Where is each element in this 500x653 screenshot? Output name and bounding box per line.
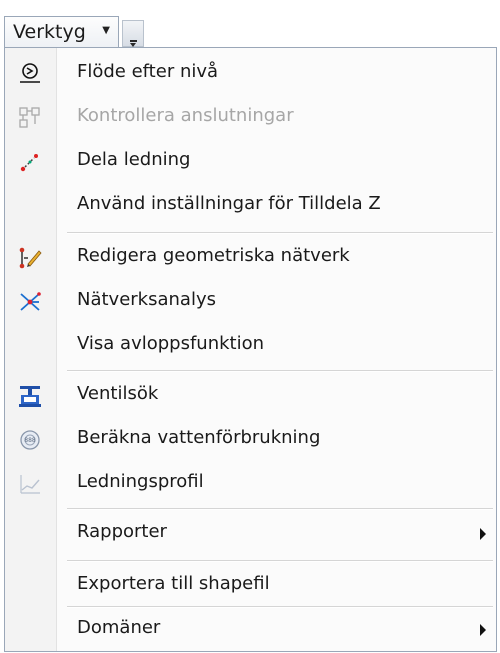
edit-network-icon: [18, 246, 42, 270]
verktyg-menu-button[interactable]: Verktyg ▼: [4, 16, 119, 47]
network-analysis-icon: [18, 290, 42, 314]
menu-item-label: Ventilsök: [77, 383, 159, 404]
menu-item-ledningsprofil[interactable]: Ledningsprofil: [5, 462, 496, 506]
dropdown-caret-icon: ▼: [102, 25, 110, 36]
menu-separator: [67, 370, 493, 372]
menu-item-label: Visa avloppsfunktion: [77, 333, 265, 354]
menu-item-label: Kontrollera anslutningar: [77, 105, 294, 126]
menu-item-redigera-geometriska-natverk[interactable]: Redigera geometriska nätverk: [5, 236, 496, 280]
menu-item-kontrollera-anslutningar: Kontrollera anslutningar: [5, 96, 496, 140]
menu-item-label: Exportera till shapefil: [77, 573, 270, 594]
submenu-arrow-icon: [480, 528, 486, 540]
menu-item-label: Redigera geometriska nätverk: [77, 245, 350, 266]
menu-item-berakna-vattenforbrukning[interactable]: 888 Beräkna vattenförbrukning: [5, 418, 496, 462]
menu-separator: [67, 606, 493, 608]
menu-item-rapporter[interactable]: Rapporter: [5, 512, 496, 556]
menu-item-label: Ledningsprofil: [77, 471, 204, 492]
menu-item-flode-efter-niva[interactable]: Flöde efter nivå: [5, 52, 496, 96]
menu-separator: [67, 560, 493, 562]
menu-item-label: Beräkna vattenförbrukning: [77, 427, 321, 448]
menu-item-label: Flöde efter nivå: [77, 61, 219, 82]
menu-item-label: Dela ledning: [77, 149, 191, 170]
menu-item-visa-avloppsfunktion[interactable]: Visa avloppsfunktion: [5, 324, 496, 368]
menu-item-dela-ledning[interactable]: Dela ledning: [5, 140, 496, 184]
menu-item-label: Använd inställningar för Tilldela Z: [77, 193, 381, 214]
menu-item-domaner[interactable]: Domäner: [5, 608, 496, 652]
menu-separator: [67, 508, 493, 510]
menu-item-natverksanalys[interactable]: Nätverksanalys: [5, 280, 496, 324]
pipe-profile-icon: [18, 472, 42, 496]
menu-item-label: Rapporter: [77, 521, 167, 542]
menu-item-label: Domäner: [77, 617, 161, 638]
verktyg-menu-label: Verktyg: [13, 21, 86, 43]
verktyg-dropdown-menu: Flöde efter nivå Kontrollera anslutninga…: [4, 47, 497, 652]
menu-item-ventilsok[interactable]: Ventilsök: [5, 374, 496, 418]
menu-item-exportera-till-shapefil[interactable]: Exportera till shapefil: [5, 564, 496, 608]
toolbar: Verktyg ▼: [0, 0, 500, 50]
toolbar-overflow-button[interactable]: [122, 20, 144, 47]
overflow-bar-icon: [130, 40, 137, 42]
water-consumption-icon: 888: [18, 428, 42, 452]
split-line-icon: [18, 150, 42, 174]
valve-search-icon: [18, 384, 42, 408]
menu-separator: [67, 232, 493, 234]
svg-text:888: 888: [24, 437, 36, 444]
menu-item-anvand-installningar-tilldela-z[interactable]: Använd inställningar för Tilldela Z: [5, 184, 496, 228]
flow-level-icon: [18, 62, 42, 86]
menu-item-label: Nätverksanalys: [77, 289, 216, 310]
submenu-arrow-icon: [480, 624, 486, 636]
check-connections-icon: [18, 106, 42, 130]
